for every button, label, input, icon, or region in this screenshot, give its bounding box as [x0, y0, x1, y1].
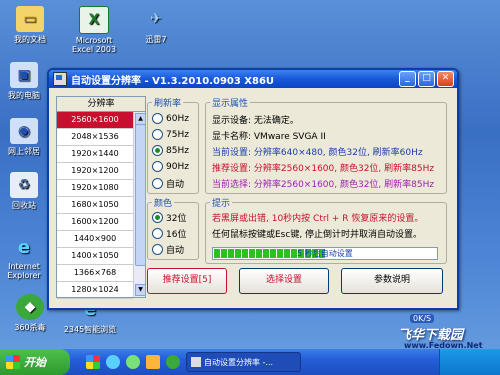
radio-dot: [152, 178, 163, 189]
taskbar-item-resolution[interactable]: 自动设置分辨率 -...: [186, 352, 301, 372]
hint-line-2: 任何鼠标按键或Esc键, 停止倒计时并取消自动设置。: [212, 230, 423, 240]
start-button[interactable]: 开始: [0, 349, 70, 375]
radio-refresh-auto[interactable]: 自动: [152, 177, 184, 190]
current-settings-text: 当前设置: 分辨率640×480, 颜色32位, 刷新率60Hz: [212, 148, 423, 158]
countdown-progress: 5 秒后自动设置: [212, 247, 438, 260]
display-device-text: 显示设备: 无法确定。: [212, 116, 299, 126]
ie-quicklaunch-icon[interactable]: [106, 355, 120, 369]
recommend-button[interactable]: 推荐设置[5]: [147, 268, 227, 294]
color-group: 颜色 32位 16位 自动: [147, 196, 199, 260]
radio-dot: [152, 161, 163, 172]
resolution-item[interactable]: 1440×900: [57, 231, 133, 248]
dialog-title: 自动设置分辨率 - V1.3.2010.0903 X86U: [71, 75, 275, 87]
radio-dot: [152, 129, 163, 140]
network-icon: ◉: [10, 118, 38, 144]
close-button[interactable]: ✕: [437, 71, 454, 87]
radio-85hz[interactable]: 85Hz: [152, 145, 189, 156]
recycle-bin-icon: ♻: [10, 172, 38, 198]
radio-60hz[interactable]: 60Hz: [152, 113, 189, 124]
desktop-icon-label: 回收站: [12, 201, 36, 210]
resolution-item[interactable]: 1600×1200: [57, 214, 133, 231]
resolution-listbox[interactable]: 分辨率 2560×1600 2048×1536 1920×1440 1920×1200…: [56, 96, 146, 299]
watermark-badge: 0K/S: [410, 314, 435, 323]
windows-flag-icon: [6, 355, 20, 369]
resolution-item[interactable]: 1280×1024: [57, 282, 133, 299]
folder-icon: ▭: [16, 6, 44, 32]
hint-line-1: 若黑屏或出错, 10秒内按 Ctrl + R 恢复原来的设置。: [212, 214, 424, 224]
resolution-item[interactable]: 1400×1050: [57, 248, 133, 265]
app-icon: [191, 357, 201, 367]
select-button[interactable]: 选择设置: [239, 268, 329, 294]
resolution-item[interactable]: 1920×1440: [57, 146, 133, 163]
progress-text: 5 秒后自动设置: [297, 249, 353, 258]
bird-icon: ✈: [150, 11, 162, 27]
desktop-icon-label: 我的文档: [14, 35, 46, 44]
color-label: 颜色: [152, 196, 175, 209]
desktop-icon-network[interactable]: ◉ 网上邻居: [0, 118, 54, 157]
radio-color-auto[interactable]: 自动: [152, 243, 184, 256]
resolution-item[interactable]: 1366×768: [57, 265, 133, 282]
display-properties-group: 显示属性 显示设备: 无法确定。 显卡名称: VMware SVGA II 当前…: [205, 96, 447, 194]
watermark: 0K/S 飞华下载园 www.Fedown.Net: [368, 314, 500, 350]
internet-explorer-icon: e: [17, 236, 31, 258]
radio-dot: [152, 228, 163, 239]
desktop-icon-my-computer[interactable]: ▣ 我的电脑: [0, 62, 54, 101]
app-icon: [53, 72, 67, 86]
browser-quicklaunch-icon[interactable]: [126, 355, 140, 369]
computer-icon: ▣: [10, 62, 38, 88]
radio-90hz[interactable]: 90Hz: [152, 161, 189, 172]
radio-32bit[interactable]: 32位: [152, 211, 186, 224]
hint-label: 提示: [210, 196, 233, 209]
recommended-settings-text: 推荐设置: 分辨率2560×1600, 颜色32位, 刷新率85Hz: [212, 164, 435, 174]
help-button[interactable]: 参数说明: [341, 268, 443, 294]
refresh-rate-group: 刷新率 60Hz 75Hz 85Hz 90Hz 自动: [147, 96, 199, 194]
shield-icon: ◆: [16, 294, 44, 320]
desktop-icon-label: 2345智能浏览: [63, 325, 117, 334]
desktop-icon-excel[interactable]: X Microsoft Excel 2003: [64, 6, 124, 54]
quicklaunch-app-icon[interactable]: [86, 355, 100, 369]
radio-dot: [152, 244, 163, 255]
desktop-icon-label: 我的电脑: [8, 91, 40, 100]
radio-75hz[interactable]: 75Hz: [152, 129, 189, 140]
desktop-icon-xunlei[interactable]: ✈ 迅雷7: [126, 6, 186, 45]
radio-dot: [152, 212, 163, 223]
desktop-icon-ie[interactable]: e Internet Explorer: [0, 234, 54, 281]
desktop-icon-label: 360杀毒: [14, 323, 46, 332]
excel-icon: X: [79, 6, 109, 34]
selected-settings-text: 当前选择: 分辨率2560×1600, 颜色32位, 刷新率85Hz: [212, 180, 435, 190]
desktop-icon-label: 迅雷7: [145, 35, 167, 44]
resolution-item[interactable]: 1680×1050: [57, 197, 133, 214]
desktop-icon-label: 网上邻居: [8, 147, 40, 156]
taskbar: 开始 自动设置分辨率 -...: [0, 349, 500, 375]
resolution-item[interactable]: 1920×1080: [57, 180, 133, 197]
resolution-header: 分辨率: [57, 97, 145, 112]
display-properties-label: 显示属性: [210, 96, 251, 109]
hint-group: 提示 若黑屏或出错, 10秒内按 Ctrl + R 恢复原来的设置。 任何鼠标按…: [205, 196, 447, 264]
radio-dot: [152, 113, 163, 124]
resolution-dialog: 自动设置分辨率 - V1.3.2010.0903 X86U _ □ ✕ 分辨率 …: [47, 68, 459, 310]
scroll-down-icon[interactable]: ▼: [135, 284, 146, 296]
desktop-icon-my-documents[interactable]: ▭ 我的文档: [0, 6, 60, 45]
radio-16bit[interactable]: 16位: [152, 227, 186, 240]
desktop-icon-label: Microsoft Excel 2003: [71, 36, 117, 54]
desktop-icon-recycle-bin[interactable]: ♻ 回收站: [0, 172, 54, 211]
system-tray: [439, 349, 500, 375]
resolution-item[interactable]: 2560×1600: [57, 112, 133, 129]
maximize-button[interactable]: □: [418, 71, 435, 87]
resolution-scrollbar[interactable]: ▲ ▼: [133, 112, 146, 297]
desktop-icon-label: Internet Explorer: [7, 262, 41, 280]
dialog-titlebar[interactable]: 自动设置分辨率 - V1.3.2010.0903 X86U _ □ ✕: [49, 70, 457, 88]
resolution-item[interactable]: 2048×1536: [57, 129, 133, 146]
media-quicklaunch-icon[interactable]: [146, 355, 160, 369]
minimize-button[interactable]: _: [399, 71, 416, 87]
radio-dot: [152, 145, 163, 156]
shield-quicklaunch-icon[interactable]: [166, 355, 180, 369]
resolution-list: 2560×1600 2048×1536 1920×1440 1920×1200 1920…: [57, 112, 133, 299]
resolution-item[interactable]: 1920×1200: [57, 163, 133, 180]
scroll-thumb[interactable]: [135, 124, 146, 266]
refresh-rate-label: 刷新率: [152, 96, 184, 109]
display-card-text: 显卡名称: VMware SVGA II: [212, 132, 326, 142]
